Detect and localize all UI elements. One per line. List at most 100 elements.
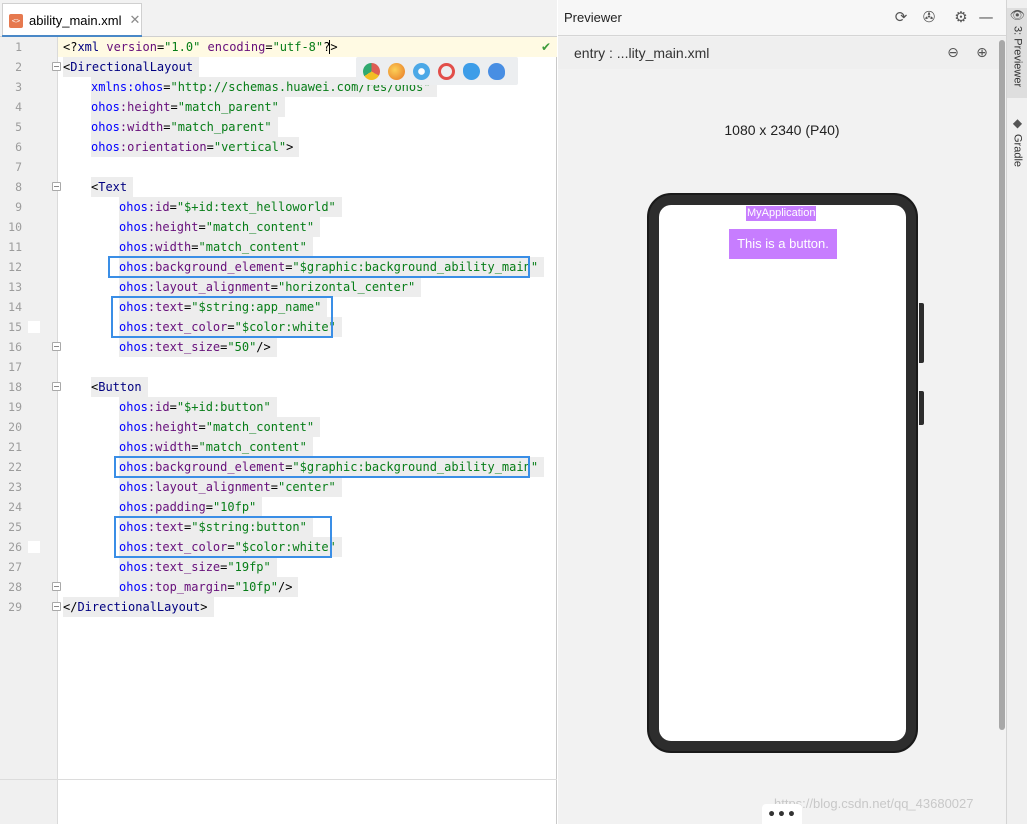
highlight-box-button-background bbox=[114, 456, 530, 478]
code-token: :layout_alignment bbox=[147, 280, 271, 294]
chrome-icon[interactable] bbox=[363, 62, 380, 80]
device-size-label: 1080 x 2340 (P40) bbox=[724, 122, 840, 138]
fold-toggle-icon[interactable] bbox=[52, 62, 61, 71]
code-text: ohos:width="match_content" bbox=[119, 237, 313, 257]
code-text: ohos:top_margin="10fp"/> bbox=[119, 577, 299, 597]
highlight-box-text-background bbox=[108, 256, 530, 278]
code-token: "horizontal_center" bbox=[277, 280, 416, 294]
line-number: 2 bbox=[15, 60, 22, 74]
line-number: 8 bbox=[15, 180, 22, 194]
line-number: 26 bbox=[8, 540, 22, 554]
file-tab-ability-main[interactable]: <> ability_main.xml ✕ bbox=[2, 3, 142, 38]
code-line: 19 ohos:id="$+id:button" bbox=[0, 397, 557, 417]
code-token: "match_content" bbox=[205, 220, 315, 234]
code-line: 8 <Text bbox=[0, 177, 557, 197]
code-line: 20 ohos:height="match_content" bbox=[0, 417, 557, 437]
fold-toggle-icon[interactable] bbox=[52, 602, 61, 611]
opera-icon[interactable] bbox=[438, 62, 455, 80]
code-token: ohos bbox=[119, 560, 148, 574]
watermark-text: https://blog.csdn.net/qq_43680027 bbox=[774, 796, 974, 811]
entry-label: entry : ...lity_main.xml bbox=[574, 45, 710, 61]
code-token: ohos bbox=[119, 280, 148, 294]
code-text: <Button bbox=[91, 377, 148, 397]
file-tab-label: ability_main.xml bbox=[29, 13, 122, 28]
code-token: xmlns:ohos bbox=[91, 80, 164, 94]
safari-icon[interactable] bbox=[413, 62, 430, 80]
code-token: ohos bbox=[91, 120, 120, 134]
line-number: 7 bbox=[15, 160, 22, 174]
code-token: :width bbox=[119, 120, 164, 134]
tool-tab-previewer[interactable]: 👁 3: Previewer bbox=[1007, 8, 1027, 98]
edge-icon[interactable] bbox=[488, 62, 505, 80]
xml-file-icon: <> bbox=[9, 13, 23, 28]
code-line: 5 ohos:width="match_parent" bbox=[0, 117, 557, 137]
code-token: "match_content" bbox=[198, 240, 307, 254]
code-line: 24 ohos:padding="10fp" bbox=[0, 497, 557, 517]
code-token: "10fp" bbox=[234, 580, 278, 594]
line-number: 12 bbox=[8, 260, 22, 274]
fold-toggle-icon[interactable] bbox=[52, 382, 61, 391]
code-token: /> bbox=[256, 340, 271, 354]
code-text: ohos:height="match_parent" bbox=[91, 97, 285, 117]
line-number: 9 bbox=[15, 200, 22, 214]
code-text: ohos:height="match_content" bbox=[119, 417, 321, 437]
code-token: > bbox=[200, 600, 208, 614]
debug-icon[interactable]: ✇ bbox=[919, 7, 939, 27]
fold-toggle-icon[interactable] bbox=[52, 182, 61, 191]
code-token: ohos bbox=[119, 400, 148, 414]
gear-icon[interactable]: ⚙ bbox=[951, 7, 971, 27]
ie-icon[interactable] bbox=[463, 62, 480, 80]
firefox-icon[interactable] bbox=[388, 62, 405, 80]
code-token: "1.0" bbox=[164, 40, 201, 54]
previewer-header: Previewer ⟳ ✇ ⚙ — bbox=[558, 0, 1006, 36]
line-number: 20 bbox=[8, 420, 22, 434]
close-icon[interactable]: ✕ bbox=[129, 13, 140, 28]
line-number: 21 bbox=[8, 440, 22, 454]
editor-tab-bar: <> ability_main.xml ✕ bbox=[0, 0, 557, 38]
fold-toggle-icon[interactable] bbox=[52, 342, 61, 351]
code-text: ohos:padding="10fp" bbox=[119, 497, 263, 517]
previewer-scrollbar[interactable] bbox=[999, 40, 1005, 730]
phone-frame: MyApplication This is a button. bbox=[647, 193, 924, 753]
color-swatch-icon[interactable] bbox=[28, 541, 40, 553]
more-options-button[interactable]: ••• bbox=[762, 804, 802, 824]
code-text: ohos:text_size="50"/> bbox=[119, 337, 277, 357]
code-line: 4 ohos:height="match_parent" bbox=[0, 97, 557, 117]
code-line: 27 ohos:text_size="19fp" bbox=[0, 557, 557, 577]
line-number: 24 bbox=[8, 500, 22, 514]
refresh-icon[interactable]: ⟳ bbox=[891, 7, 911, 27]
code-token: Button bbox=[98, 380, 142, 394]
code-line: 23 ohos:layout_alignment="center" bbox=[0, 477, 557, 497]
code-token: "50" bbox=[227, 340, 257, 354]
code-token: :height bbox=[147, 220, 199, 234]
tool-tab-gradle[interactable]: ◆ Gradle bbox=[1007, 116, 1027, 176]
code-text: ohos:width="match_parent" bbox=[91, 117, 278, 137]
fold-toggle-icon[interactable] bbox=[52, 582, 61, 591]
code-line: 9 ohos:id="$+id:text_helloworld" bbox=[0, 197, 557, 217]
code-token: "match_parent" bbox=[170, 120, 272, 134]
code-token: DirectionalLayout bbox=[70, 60, 194, 74]
code-line: 21 ohos:width="match_content" bbox=[0, 437, 557, 457]
code-text: ohos:width="match_content" bbox=[119, 437, 313, 457]
code-token: :width bbox=[147, 240, 192, 254]
inspection-ok-icon[interactable]: ✔ bbox=[541, 37, 551, 57]
code-line: 28 ohos:top_margin="10fp"/> bbox=[0, 577, 557, 597]
code-token: :layout_alignment bbox=[147, 480, 271, 494]
code-token: ohos bbox=[119, 500, 148, 514]
line-number: 3 bbox=[15, 80, 22, 94]
code-editor[interactable]: <> ability_main.xml ✕ 1 <?xml version = "1.… bbox=[0, 0, 557, 824]
code-token: ohos bbox=[119, 220, 148, 234]
color-swatch-icon[interactable] bbox=[28, 321, 40, 333]
app-title-text: MyApplication bbox=[746, 206, 817, 221]
code-token: version bbox=[106, 40, 157, 54]
code-token: :top_margin bbox=[147, 580, 228, 594]
zoom-out-icon[interactable]: ⊖ bbox=[943, 43, 963, 63]
minimize-icon[interactable]: — bbox=[976, 7, 996, 27]
code-text: ohos:id="$+id:text_helloworld" bbox=[119, 197, 342, 217]
zoom-in-icon[interactable]: ⊕ bbox=[972, 43, 992, 63]
code-token: :text_size bbox=[147, 340, 221, 354]
app-button[interactable]: This is a button. bbox=[729, 229, 837, 259]
line-number: 6 bbox=[15, 140, 22, 154]
code-token: = bbox=[270, 280, 278, 294]
phone-screen: MyApplication This is a button. bbox=[659, 205, 906, 741]
